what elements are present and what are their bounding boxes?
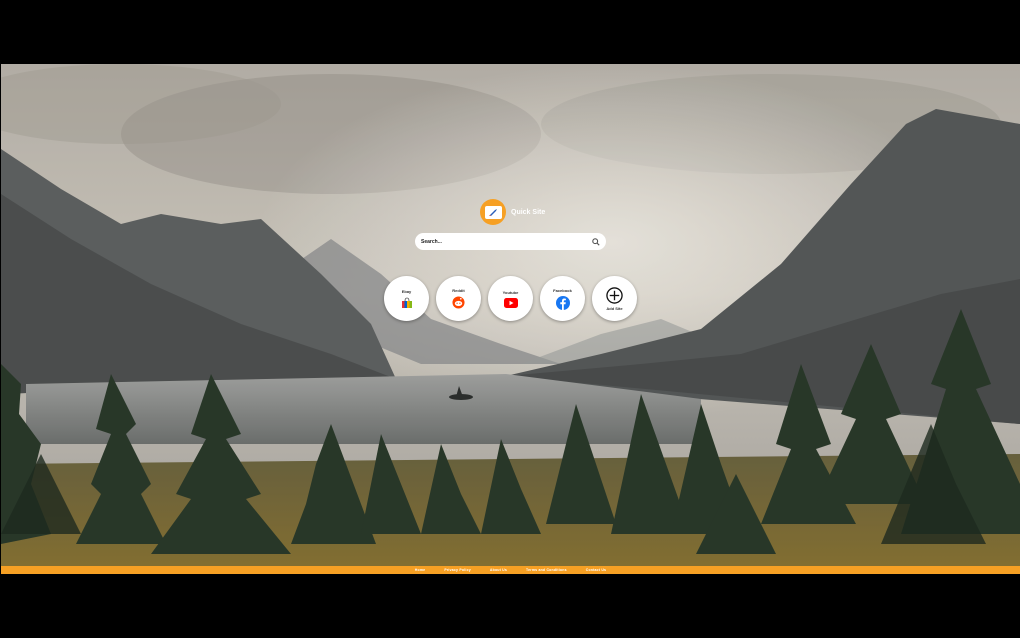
shortcut-youtube[interactable]: Youtube <box>488 276 533 321</box>
add-circle-icon <box>606 286 623 304</box>
new-tab-page: Quick Site Ebay Reddit <box>1 64 1020 574</box>
footer-link-home[interactable]: Home <box>415 568 426 572</box>
footer-link-terms[interactable]: Terms and Conditions <box>526 568 567 572</box>
shortcut-ebay[interactable]: Ebay <box>384 276 429 321</box>
brand-name: Quick Site <box>511 208 546 216</box>
facebook-icon <box>555 295 570 310</box>
rocket-icon <box>480 199 506 225</box>
shortcut-reddit[interactable]: Reddit <box>436 276 481 321</box>
footer-link-privacy[interactable]: Privacy Policy <box>444 568 471 572</box>
shortcut-facebook[interactable]: Facebook <box>540 276 585 321</box>
search-icon[interactable] <box>592 237 600 246</box>
shopping-bag-icon <box>401 297 412 308</box>
shortcut-list: Ebay Reddit Youtube Facebook Add Site <box>384 276 637 321</box>
shortcut-add-site[interactable]: Add Site <box>592 276 637 321</box>
search-bar[interactable] <box>415 233 606 250</box>
brand-logo[interactable]: Quick Site <box>480 199 545 225</box>
reddit-icon <box>452 296 465 309</box>
search-input[interactable] <box>421 238 592 245</box>
footer-link-about[interactable]: About Us <box>490 568 507 572</box>
youtube-icon <box>503 297 518 308</box>
footer-bar: Home Privacy Policy About Us Terms and C… <box>1 566 1020 574</box>
footer-link-contact[interactable]: Contact Us <box>586 568 606 572</box>
